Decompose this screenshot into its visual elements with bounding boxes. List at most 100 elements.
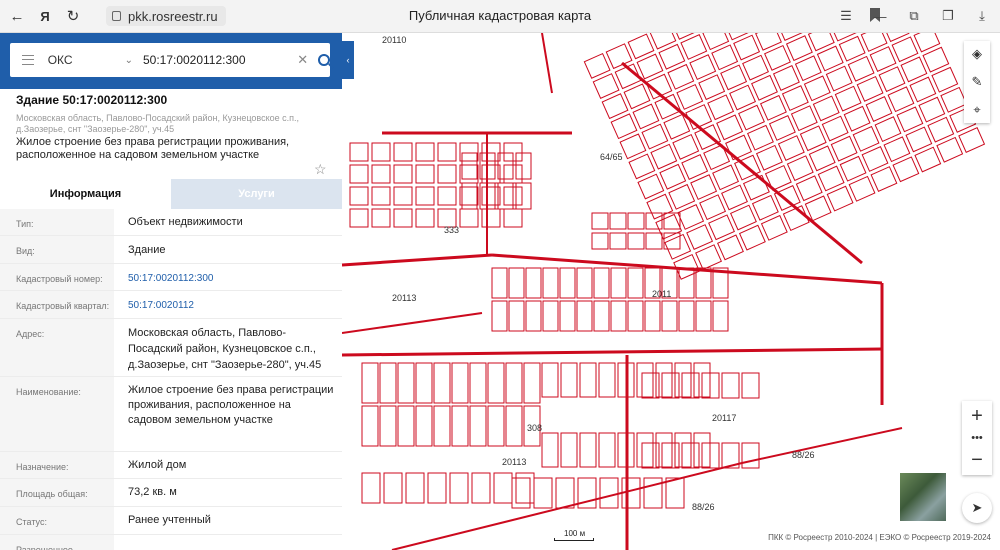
parcel[interactable] [627, 300, 644, 332]
parcel[interactable] [555, 477, 575, 509]
parcel[interactable] [487, 405, 505, 447]
ruler-icon[interactable]: ✎ [970, 74, 984, 89]
more-icon[interactable]: ••• [962, 431, 992, 445]
parcel[interactable] [525, 300, 542, 332]
parcel[interactable] [834, 85, 862, 112]
parcel[interactable] [913, 33, 941, 53]
parcel[interactable] [415, 142, 435, 162]
parcel[interactable] [678, 300, 695, 332]
compass-icon[interactable]: ➤ [962, 493, 992, 523]
parcel[interactable] [560, 362, 578, 398]
parcel[interactable] [724, 33, 752, 41]
parcel[interactable] [379, 362, 397, 404]
parcel[interactable] [599, 477, 619, 509]
parcel[interactable] [777, 135, 805, 161]
parcel[interactable] [481, 164, 501, 184]
parcel[interactable] [609, 212, 627, 230]
parcel[interactable] [741, 372, 760, 399]
parcel[interactable] [393, 164, 413, 184]
parcel[interactable] [891, 36, 919, 63]
parcel[interactable] [515, 152, 532, 180]
parcel[interactable] [533, 477, 553, 509]
parcel[interactable] [459, 142, 479, 162]
parcel[interactable] [643, 477, 663, 509]
parcel[interactable] [738, 104, 765, 131]
parcel[interactable] [481, 142, 501, 162]
parcel[interactable] [896, 106, 924, 133]
parcel[interactable] [593, 300, 610, 332]
parcel[interactable] [559, 300, 576, 332]
parcel[interactable] [856, 75, 884, 102]
parcel[interactable] [481, 186, 501, 206]
parcel[interactable] [415, 405, 433, 447]
parcel[interactable] [661, 372, 680, 399]
yandex-icon[interactable]: Я [34, 5, 56, 27]
parcel[interactable] [508, 267, 525, 299]
parcel[interactable] [349, 164, 369, 184]
parcel[interactable] [541, 362, 559, 398]
parcel[interactable] [591, 212, 609, 230]
cadastral-quarter-link[interactable]: 50:17:0020112 [114, 291, 342, 318]
parcel[interactable] [583, 52, 611, 79]
parcel[interactable] [542, 267, 559, 299]
parcel[interactable] [393, 208, 413, 228]
parcel[interactable] [610, 300, 627, 332]
parcel[interactable] [667, 63, 695, 90]
parcel[interactable] [469, 405, 487, 447]
parcel[interactable] [593, 267, 610, 299]
parcel[interactable] [676, 83, 704, 110]
parcel[interactable] [825, 65, 853, 92]
parcel[interactable] [623, 83, 651, 110]
parcel[interactable] [659, 163, 687, 190]
clear-icon[interactable]: ✕ [297, 52, 308, 68]
parcel[interactable] [680, 34, 708, 60]
parcel[interactable] [671, 33, 699, 40]
tab-information[interactable]: Информация [0, 179, 171, 209]
parcel[interactable] [415, 208, 435, 228]
parcel[interactable] [598, 362, 616, 398]
parcel[interactable] [415, 362, 433, 404]
parcel[interactable] [397, 362, 415, 404]
parcel[interactable] [711, 44, 739, 71]
parcel[interactable] [591, 232, 609, 250]
menu-icon[interactable]: ☰ [836, 6, 856, 26]
parcel[interactable] [678, 267, 695, 299]
zoom-in-button[interactable]: + [962, 401, 992, 431]
parcel[interactable] [433, 405, 451, 447]
parcel[interactable] [760, 214, 788, 241]
parcel[interactable] [592, 73, 620, 99]
parcel[interactable] [576, 267, 593, 299]
tab-services[interactable]: Услуги [171, 179, 342, 209]
parcel[interactable] [794, 55, 822, 82]
parcel[interactable] [655, 213, 683, 240]
parcel[interactable] [654, 93, 682, 120]
parcel[interactable] [940, 86, 968, 113]
parcel[interactable] [786, 155, 814, 182]
parcel[interactable] [459, 164, 479, 184]
parcel[interactable] [759, 94, 787, 121]
parcel[interactable] [905, 126, 933, 153]
parcel[interactable] [437, 142, 457, 162]
parcel[interactable] [826, 185, 854, 212]
parcel[interactable] [371, 186, 391, 206]
parcel[interactable] [627, 232, 645, 250]
locate-icon[interactable]: ⌖ [970, 102, 984, 117]
parcel[interactable] [451, 362, 469, 404]
parcel[interactable] [668, 183, 696, 210]
parcel[interactable] [637, 173, 665, 200]
parcel[interactable] [936, 136, 964, 163]
parcel[interactable] [922, 46, 950, 73]
parcel[interactable] [707, 94, 735, 121]
parcel[interactable] [627, 33, 655, 60]
parcel[interactable] [764, 44, 791, 71]
parcel[interactable] [628, 153, 656, 180]
parcel[interactable] [776, 33, 804, 41]
parcel[interactable] [772, 65, 800, 91]
parcel[interactable] [664, 233, 692, 260]
parcel[interactable] [505, 405, 523, 447]
parcel[interactable] [349, 186, 369, 206]
parcel[interactable] [641, 123, 669, 150]
parcel[interactable] [785, 35, 813, 62]
parcel[interactable] [361, 405, 379, 447]
parcel[interactable] [361, 362, 379, 404]
